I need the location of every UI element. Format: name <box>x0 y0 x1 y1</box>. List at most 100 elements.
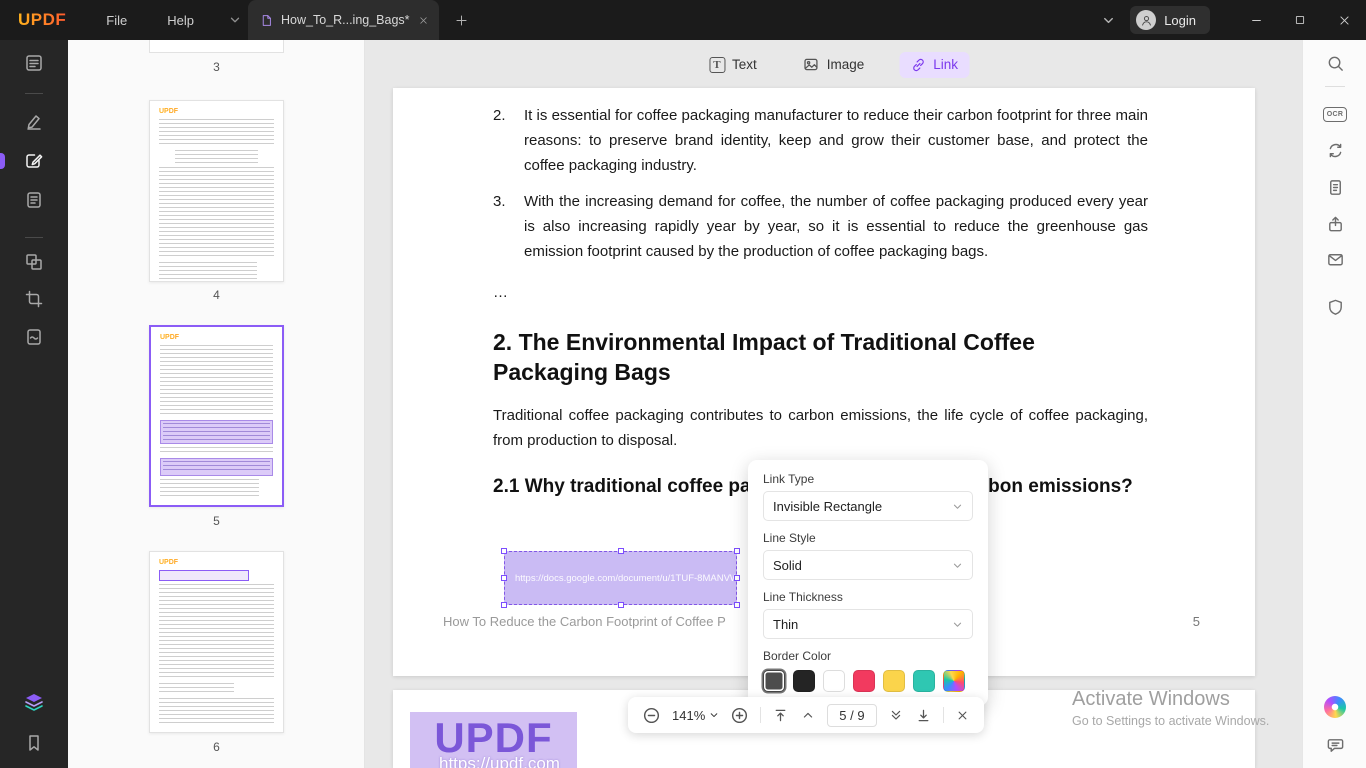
resize-handle[interactable] <box>617 602 624 608</box>
zoom-in-button[interactable] <box>730 706 749 725</box>
right-tool-rail: OCR <box>1302 40 1366 768</box>
color-swatch-multicolor[interactable] <box>943 670 965 692</box>
document-view: T Text Image Link 2. It is essential for… <box>365 40 1302 768</box>
thumbnail-page-3[interactable] <box>149 40 284 53</box>
avatar-icon <box>1136 10 1157 30</box>
bookmarks-panel-button[interactable] <box>0 725 68 761</box>
line-style-select[interactable]: Solid <box>763 550 973 580</box>
convert-button[interactable] <box>1303 132 1366 168</box>
color-swatch-red[interactable] <box>853 670 875 692</box>
form-document-icon <box>24 190 44 210</box>
resize-handle[interactable] <box>734 575 740 581</box>
zoom-level-dropdown[interactable]: 141% <box>672 708 719 723</box>
share-button[interactable] <box>1303 206 1366 242</box>
crop-pages-button[interactable] <box>0 281 68 317</box>
thumbnail-logo: UPDF <box>159 559 274 566</box>
line-thickness-select[interactable]: Thin <box>763 609 973 639</box>
first-page-button[interactable] <box>772 707 789 724</box>
close-window-button[interactable] <box>1322 0 1366 40</box>
footer-page-number: 5 <box>1192 614 1200 629</box>
feedback-button[interactable] <box>1303 727 1366 763</box>
link-tool-button-active[interactable]: Link <box>899 51 970 78</box>
list-item-3: 3. With the increasing demand for coffee… <box>493 189 1148 264</box>
resize-handle[interactable] <box>501 602 507 608</box>
list-text: With the increasing demand for coffee, t… <box>524 193 1148 260</box>
selected-link-annotation[interactable]: https://docs.google.com/document/u/1TUF-… <box>501 548 740 608</box>
document-tab[interactable]: How_To_R...ing_Bags* <box>247 0 439 40</box>
collapse-toolbar-chevron-icon[interactable] <box>1101 13 1116 28</box>
thumbnail-page-4[interactable]: UPDF <box>149 100 284 282</box>
minimize-button[interactable] <box>1234 0 1278 40</box>
color-swatch-black[interactable] <box>793 670 815 692</box>
text-tool-button[interactable]: T Text <box>698 52 768 78</box>
search-icon <box>1326 54 1345 73</box>
tab-file-icon <box>260 14 273 27</box>
ai-assistant-button[interactable] <box>1303 689 1366 725</box>
color-swatch-white[interactable] <box>823 670 845 692</box>
line-style-value: Solid <box>773 557 802 573</box>
thumbnail-logo: UPDF <box>160 334 273 341</box>
text-tool-label: Text <box>731 57 757 72</box>
color-swatch-dark-gray[interactable] <box>763 670 785 692</box>
chevron-down-icon <box>952 619 963 630</box>
tab-title: How_To_R...ing_Bags* <box>280 13 410 27</box>
resize-handle[interactable] <box>501 548 507 554</box>
organize-pages-button[interactable] <box>0 244 68 280</box>
link-type-select[interactable]: Invisible Rectangle <box>763 491 973 521</box>
page-indicator-input[interactable]: 5 / 9 <box>827 703 877 727</box>
layers-panel-button[interactable] <box>0 684 68 720</box>
color-swatch-yellow[interactable] <box>883 670 905 692</box>
login-button[interactable]: Login <box>1130 6 1210 34</box>
new-tab-button[interactable] <box>455 14 468 27</box>
image-tool-button[interactable]: Image <box>792 51 876 78</box>
updf-logo: UPDF <box>18 10 67 29</box>
bookmark-icon <box>24 733 44 753</box>
thumbnail-number: 6 <box>213 740 220 754</box>
edit-pdf-button[interactable] <box>0 143 68 179</box>
edit-format-toolbar: T Text Image Link <box>698 51 970 78</box>
last-page-button[interactable] <box>915 707 932 724</box>
marker-pen-icon <box>24 112 44 132</box>
list-text: It is essential for coffee packaging man… <box>524 107 1148 174</box>
fill-sign-button[interactable] <box>0 182 68 218</box>
resize-handle[interactable] <box>617 548 624 554</box>
color-swatch-teal[interactable] <box>913 670 935 692</box>
border-color-swatches <box>763 670 973 692</box>
border-color-label: Border Color <box>763 649 832 663</box>
line-thickness-label: Line Thickness <box>763 590 843 604</box>
close-zoom-toolbar-button[interactable] <box>955 708 970 723</box>
envelope-icon <box>1326 250 1345 269</box>
ai-assistant-icon <box>1324 696 1346 718</box>
footer-title: How To Reduce the Carbon Footprint of Co… <box>443 614 726 629</box>
thumbnail-page-6[interactable]: UPDF <box>149 551 284 733</box>
reader-mode-button[interactable] <box>0 45 68 81</box>
thumbnail-page-5-selected[interactable]: UPDF <box>149 325 284 507</box>
resize-handle[interactable] <box>734 548 740 554</box>
protect-button[interactable] <box>1303 289 1366 325</box>
next-page-button[interactable] <box>888 707 904 723</box>
left-tool-rail <box>0 40 68 768</box>
summarize-button[interactable] <box>1303 169 1366 205</box>
ocr-button[interactable]: OCR <box>1303 96 1366 132</box>
menu-file[interactable]: File <box>106 13 127 28</box>
chevron-down-icon <box>952 560 963 571</box>
convert-arrows-icon <box>1326 141 1345 160</box>
comment-tool-button[interactable] <box>0 104 68 140</box>
edit-pencil-icon <box>24 151 44 171</box>
tab-list-chevron-icon[interactable] <box>228 13 242 27</box>
menu-help[interactable]: Help <box>167 13 194 28</box>
previous-page-button[interactable] <box>800 707 816 723</box>
watermark-tool-button[interactable] <box>0 319 68 355</box>
ellipsis-text: … <box>493 284 508 301</box>
resize-handle[interactable] <box>734 602 740 608</box>
tab-close-icon[interactable] <box>418 15 429 26</box>
search-button[interactable] <box>1303 45 1366 81</box>
resize-handle[interactable] <box>501 575 507 581</box>
zoom-out-button[interactable] <box>642 706 661 725</box>
crop-icon <box>24 289 44 309</box>
maximize-button[interactable] <box>1278 0 1322 40</box>
image-tool-label: Image <box>826 57 865 72</box>
chat-bubble-icon <box>1326 736 1345 755</box>
mail-button[interactable] <box>1303 241 1366 277</box>
updf-watermark-text: https://updf.com <box>439 754 560 768</box>
